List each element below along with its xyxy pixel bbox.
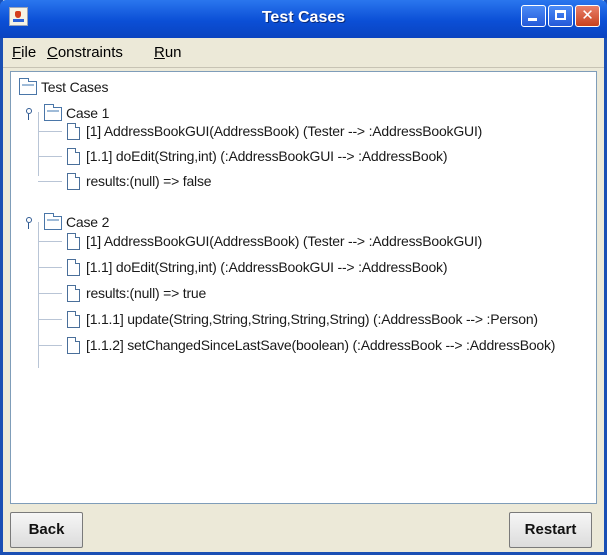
tree-connector <box>38 131 62 132</box>
tree-leaf[interactable]: [1] AddressBookGUI(AddressBook) (Tester … <box>67 122 587 142</box>
close-icon: ✕ <box>581 7 594 24</box>
close-button[interactable]: ✕ <box>575 5 600 27</box>
tree-root[interactable]: Test Cases <box>15 78 575 98</box>
window-title: Test Cases <box>261 9 346 26</box>
maximize-button[interactable] <box>548 5 573 27</box>
file-icon <box>67 123 80 140</box>
button-bar: Back Restart <box>3 505 604 552</box>
tree-leaf[interactable]: [1.1] doEdit(String,int) (:AddressBookGU… <box>67 258 587 278</box>
case-2-label: Case 2 <box>66 214 110 230</box>
file-icon <box>67 148 80 165</box>
tree-root-label: Test Cases <box>41 79 109 95</box>
folder-open-icon <box>44 104 62 121</box>
back-button[interactable]: Back <box>10 512 83 548</box>
tree-leaf-label: results:(null) => false <box>86 173 212 189</box>
tree-leaf-label: [1.1.1] update(String,String,String,Stri… <box>86 311 538 327</box>
file-icon <box>67 259 80 276</box>
title-bar[interactable]: Test Cases ✕ <box>0 0 607 38</box>
expand-toggle-icon[interactable] <box>25 107 33 120</box>
tree-node-case-1[interactable]: Case 1 <box>15 104 575 124</box>
tree-leaf-label: results:(null) => true <box>86 285 207 301</box>
test-case-tree[interactable]: Test Cases Case 1 [1] AddressBookGUI(Add… <box>10 71 597 504</box>
file-icon <box>67 233 80 250</box>
menu-file[interactable]: File <box>12 44 36 61</box>
tree-node-case-2[interactable]: Case 2 <box>15 213 575 233</box>
tree-connector <box>38 319 62 320</box>
tree-connector <box>38 241 62 242</box>
tree-leaf[interactable]: [1.1.1] update(String,String,String,Stri… <box>67 310 587 330</box>
minimize-button[interactable] <box>521 5 546 27</box>
tree-leaf-label: [1] AddressBookGUI(AddressBook) (Tester … <box>86 233 483 249</box>
expand-toggle-icon[interactable] <box>25 216 33 229</box>
test-cases-window: Test Cases ✕ File Constraints Run Test C… <box>0 0 607 555</box>
tree-leaf[interactable]: [1] AddressBookGUI(AddressBook) (Tester … <box>67 232 587 252</box>
tree-connector <box>38 293 62 294</box>
file-icon <box>67 285 80 302</box>
file-icon <box>67 173 80 190</box>
restart-button[interactable]: Restart <box>509 512 592 548</box>
tree-connector <box>38 267 62 268</box>
menu-run-label: un <box>164 44 182 61</box>
tree-leaf[interactable]: results:(null) => true <box>67 284 587 304</box>
folder-icon <box>19 78 37 95</box>
tree-leaf-label: [1] AddressBookGUI(AddressBook) (Tester … <box>86 123 483 139</box>
menu-bar: File Constraints Run <box>3 38 604 68</box>
tree-leaf-label: [1.1] doEdit(String,int) (:AddressBookGU… <box>86 259 448 275</box>
menu-constraints[interactable]: Constraints <box>47 44 123 61</box>
menu-run-mnemonic: R <box>154 44 165 61</box>
case-2-branch-line <box>38 222 39 368</box>
menu-file-mnemonic: F <box>12 44 22 61</box>
tree-connector <box>38 156 62 157</box>
minimize-icon <box>528 18 537 21</box>
maximize-icon <box>555 10 566 20</box>
file-icon <box>67 311 80 328</box>
tree-leaf-label: [1.1.2] setChangedSinceLastSave(boolean)… <box>86 337 556 353</box>
menu-file-label: ile <box>21 44 37 61</box>
menu-run[interactable]: Run <box>154 44 182 61</box>
menu-constraints-mnemonic: C <box>47 44 58 61</box>
tree-leaf[interactable]: results:(null) => false <box>67 172 587 192</box>
menu-constraints-label: onstraints <box>57 44 123 61</box>
file-icon <box>67 337 80 354</box>
tree-leaf[interactable]: [1.1] doEdit(String,int) (:AddressBookGU… <box>67 147 587 167</box>
tree-leaf[interactable]: [1.1.2] setChangedSinceLastSave(boolean)… <box>67 336 592 356</box>
tree-connector <box>38 181 62 182</box>
case-1-label: Case 1 <box>66 105 110 121</box>
tree-connector <box>38 345 62 346</box>
folder-open-icon <box>44 213 62 230</box>
tree-leaf-label: [1.1] doEdit(String,int) (:AddressBookGU… <box>86 148 448 164</box>
